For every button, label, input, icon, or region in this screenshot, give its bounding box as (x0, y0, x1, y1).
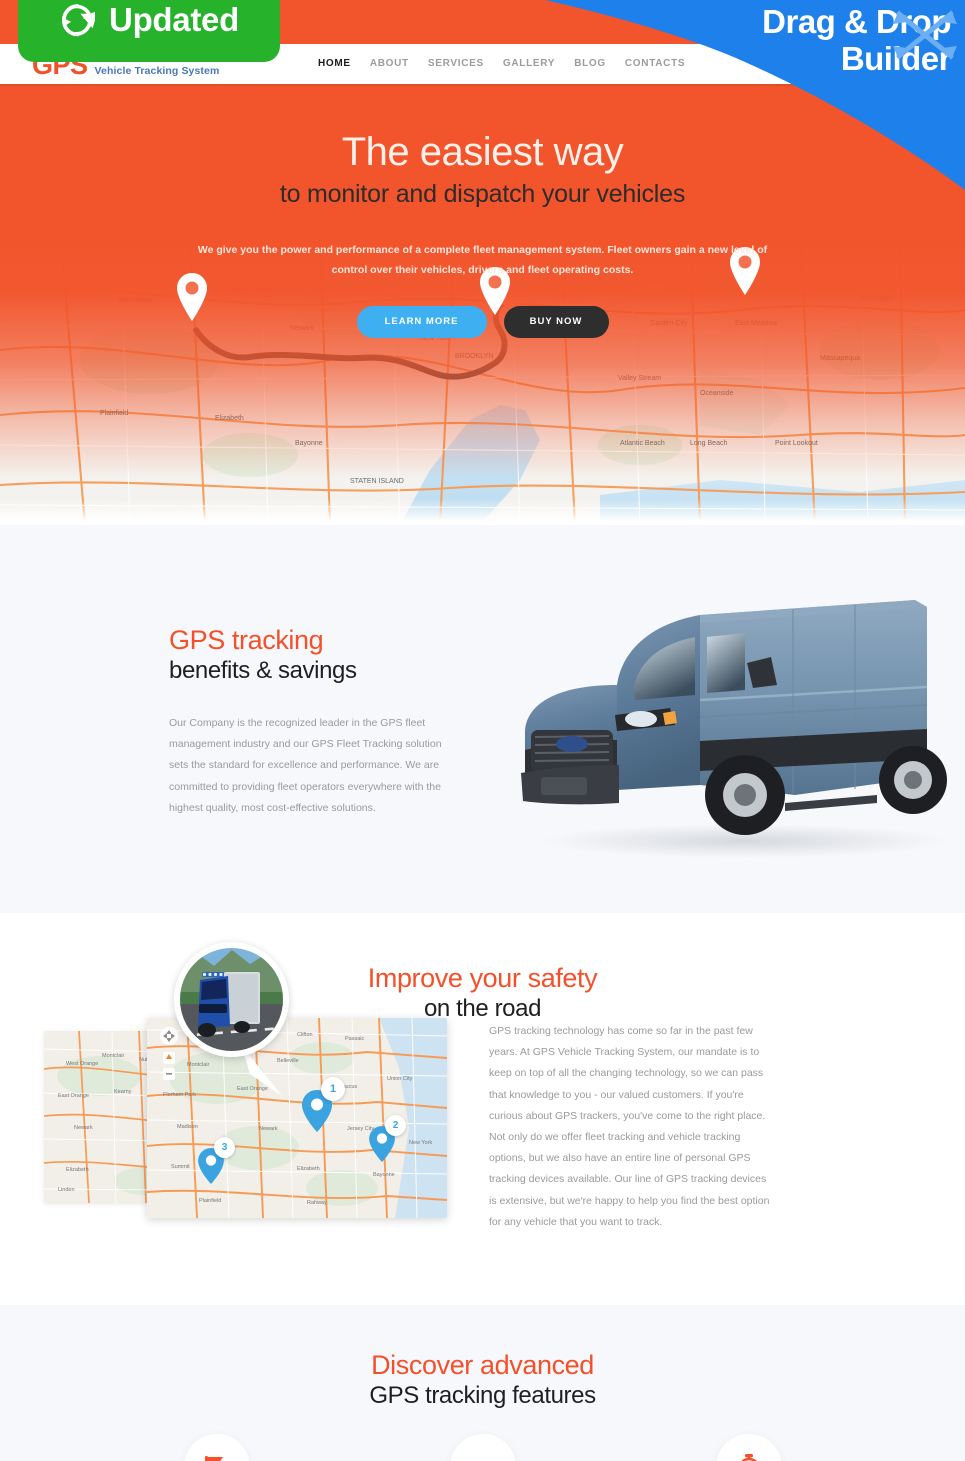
safety-maps: West Orange Montclair Nutley East Orange K… (44, 942, 454, 1218)
benefits-title-dark: benefits & savings (169, 657, 357, 684)
hero-buttons: LEARN MORE BUY NOW (0, 305, 965, 338)
svg-text:New York: New York (409, 1140, 432, 1146)
svg-text:Clifton: Clifton (297, 1032, 313, 1038)
svg-text:Madison: Madison (177, 1124, 198, 1130)
landing-page: MorristownWest Orange NewarkJersey City … (0, 0, 965, 1461)
benefits-title-orange: GPS tracking (169, 625, 324, 655)
svg-text:Kearny: Kearny (114, 1089, 132, 1095)
svg-text:Plainfield: Plainfield (199, 1198, 221, 1204)
vehicle-icon (469, 1453, 497, 1461)
buy-now-button[interactable]: BUY NOW (503, 305, 609, 338)
features-title-orange: Discover advanced (371, 1350, 594, 1380)
safety-heading: Improve your safety on the road (0, 963, 965, 1023)
truck-photo (174, 942, 289, 1057)
svg-text:Montclair: Montclair (102, 1053, 124, 1059)
map-pin-2-badge: 2 (369, 1115, 406, 1162)
route-flag-icon (204, 1456, 223, 1461)
sync-icon (62, 4, 96, 37)
map-thumbnail-front[interactable]: North CaldwellClifton PassaicMontclair B… (147, 1018, 447, 1218)
svg-text:Union City: Union City (387, 1076, 413, 1082)
hero-paragraph: We give you the power and performance of… (197, 244, 768, 276)
svg-text:Rahway: Rahway (307, 1200, 327, 1206)
svg-text:West Orange: West Orange (66, 1061, 98, 1067)
nav-item-blog[interactable]: BLOG (574, 58, 606, 69)
hero-map-bottom-fade (0, 499, 965, 525)
map-pin-3-number: 3 (214, 1137, 235, 1158)
nav-item-contacts[interactable]: CONTACTS (625, 58, 685, 69)
van-image (495, 545, 965, 875)
map-pin-1-number: 1 (321, 1077, 345, 1101)
svg-text:Elizabeth: Elizabeth (66, 1167, 89, 1173)
nav-item-services[interactable]: SERVICES (428, 58, 484, 69)
svg-text:Elizabeth: Elizabeth (297, 1166, 320, 1172)
svg-text:Bayonne: Bayonne (373, 1172, 395, 1178)
svg-text:Passaic: Passaic (345, 1036, 365, 1042)
features-heading: Discover advanced GPS tracking features (0, 1350, 965, 1410)
safety-section: Improve your safety on the road West Ora… (0, 913, 965, 1305)
updated-badge: Updated (18, 0, 280, 62)
svg-text:East Orange: East Orange (58, 1093, 89, 1099)
svg-text:Newark: Newark (259, 1126, 278, 1132)
features-title-dark: GPS tracking features (369, 1382, 596, 1409)
benefits-section: GPS tracking benefits & savings Our Comp… (0, 525, 965, 913)
feature-3[interactable] (715, 1434, 782, 1461)
logo-tagline: Vehicle Tracking System (94, 65, 220, 77)
benefits-text-block: GPS tracking benefits & savings Our Comp… (169, 625, 459, 819)
stopwatch-icon (740, 1454, 757, 1461)
svg-text:Summit: Summit (171, 1164, 190, 1170)
learn-more-button[interactable]: LEARN MORE (356, 305, 487, 338)
hero-title: The easiest way (341, 130, 624, 174)
safety-title-orange: Improve your safety (367, 963, 598, 993)
nav-item-gallery[interactable]: GALLERY (503, 58, 555, 69)
map-pin-3-badge: 3 (198, 1137, 235, 1184)
map-pin-2-number: 2 (385, 1115, 406, 1136)
nav-item-about[interactable]: ABOUT (370, 58, 409, 69)
safety-paragraph: GPS tracking technology has come so far … (489, 1025, 770, 1228)
main-navigation: HOME ABOUT SERVICES GALLERY BLOG CONTACT… (318, 58, 685, 69)
svg-text:Linden: Linden (58, 1187, 75, 1193)
svg-text:Newark: Newark (74, 1125, 93, 1131)
feature-icon-row (0, 1434, 965, 1461)
benefits-paragraph: Our Company is the recognized leader in … (169, 717, 442, 814)
svg-text:Montclair: Montclair (187, 1062, 209, 1068)
feature-2[interactable] (449, 1434, 516, 1461)
hero-content: The easiest way to monitor and dispatch … (0, 130, 965, 338)
hero-subtitle: to monitor and dispatch your vehicles (279, 180, 686, 208)
nav-item-home[interactable]: HOME (318, 58, 351, 69)
updated-badge-label: Updated (109, 1, 239, 38)
svg-text:Florham Park: Florham Park (163, 1092, 196, 1098)
map-pin-1-badge: 1 (302, 1077, 345, 1132)
feature-1[interactable] (183, 1434, 250, 1461)
